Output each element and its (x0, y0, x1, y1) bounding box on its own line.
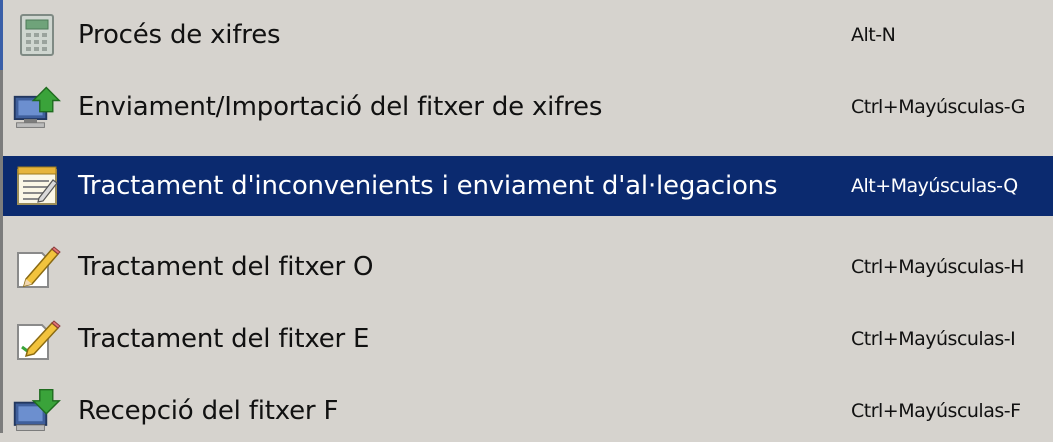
menu-item-tractament-fitxer-o[interactable]: Tractament del fitxer O Ctrl+Mayúsculas-… (3, 236, 1053, 298)
notepad-icon (11, 162, 63, 210)
menu-item-label: Recepció del fitxer F (78, 396, 339, 426)
menu-item-shortcut: Ctrl+Mayúsculas-I (851, 328, 1016, 350)
menu-item-shortcut: Ctrl+Mayúsculas-H (851, 256, 1024, 278)
edit-document-icon (11, 315, 63, 363)
menu-item-shortcut: Alt-N (851, 24, 896, 46)
menu-item-tractament-inconvenients[interactable]: Tractament d'inconvenients i enviament d… (3, 156, 1053, 216)
pencil-document-icon (11, 243, 63, 291)
download-computer-icon (11, 387, 63, 435)
calculator-icon (11, 11, 63, 59)
upload-computer-icon (11, 83, 63, 131)
menu-item-label: Enviament/Importació del fitxer de xifre… (78, 92, 603, 122)
menu-item-label: Tractament del fitxer O (78, 252, 374, 282)
menu-item-proces-de-xifres[interactable]: Procés de xifres Alt-N (3, 4, 1053, 66)
menu-item-tractament-fitxer-e[interactable]: Tractament del fitxer E Ctrl+Mayúsculas-… (3, 308, 1053, 370)
menu-item-shortcut: Ctrl+Mayúsculas-G (851, 96, 1026, 118)
menu-item-label: Tractament del fitxer E (78, 324, 370, 354)
menu-item-shortcut: Alt+Mayúsculas-Q (851, 175, 1018, 197)
menu-item-label: Tractament d'inconvenients i enviament d… (78, 171, 778, 201)
menu-item-shortcut: Ctrl+Mayúsculas-F (851, 400, 1021, 422)
menu-item-enviament-importacio[interactable]: Enviament/Importació del fitxer de xifre… (3, 76, 1053, 138)
context-menu: Procés de xifres Alt-N Enviament/Importa… (0, 0, 1053, 433)
menu-item-label: Procés de xifres (78, 20, 281, 50)
